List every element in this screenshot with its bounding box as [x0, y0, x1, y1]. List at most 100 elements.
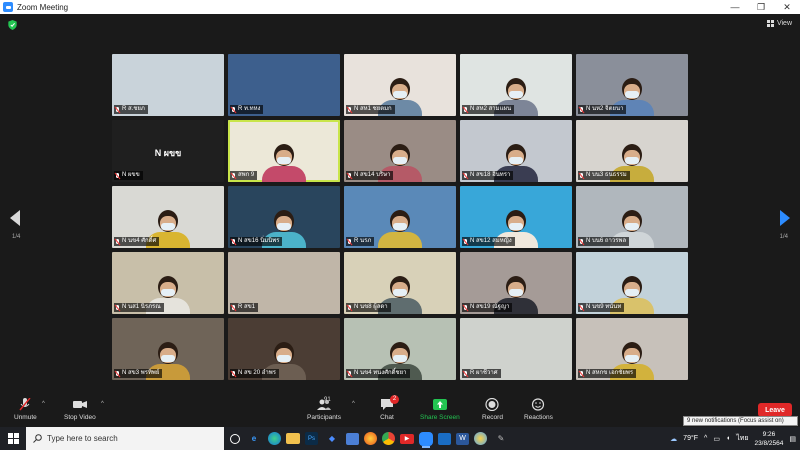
participant-name: N สห1 ชยตมก	[354, 106, 392, 112]
chat-button[interactable]: 2 Chat	[380, 395, 399, 421]
participant-tile[interactable]: R ผาชีวาศ	[460, 318, 572, 380]
participant-tile[interactable]: N สข16 นิ่มนิพร	[228, 186, 340, 248]
participant-tile[interactable]: N สห1 ชยตมก	[344, 54, 456, 116]
security-shield-icon[interactable]	[8, 20, 17, 30]
muted-mic-icon	[231, 238, 236, 245]
outlook-icon[interactable]	[438, 432, 451, 445]
stop-video-button[interactable]: Stop Video	[64, 398, 96, 421]
participant-name-tag: N สข18 อินทรา	[462, 171, 514, 180]
participant-name: N นข4 ทนงศักดิ์ชยา	[354, 370, 407, 376]
search-placeholder: Type here to search	[47, 434, 118, 443]
participant-name: N ผขข	[122, 172, 140, 178]
edge-browser-icon[interactable]	[268, 432, 281, 445]
weather-cloud-icon[interactable]: ☁	[670, 435, 677, 443]
muted-mic-icon	[231, 106, 236, 113]
participant-tile[interactable]: R ส.ชยภ	[112, 54, 224, 116]
record-button[interactable]: Record	[482, 398, 503, 421]
participant-display-name: N ผขข	[154, 148, 182, 158]
taskbar-search-box[interactable]: Type here to search	[26, 427, 224, 450]
youtube-icon[interactable]: ▶	[400, 433, 414, 444]
participant-name-tag: R ผาชีวาศ	[462, 369, 501, 378]
reactions-button[interactable]: Reactions	[524, 398, 553, 421]
participant-name: R นรภ	[354, 238, 372, 244]
reactions-label: Reactions	[524, 414, 553, 421]
participants-button[interactable]: 91 Participants	[307, 397, 341, 421]
edge-legacy-icon[interactable]: e	[245, 430, 263, 448]
participant-name-tag: N สห2 สามแผน	[462, 105, 515, 114]
network-icon[interactable]: ▭	[713, 435, 720, 443]
file-explorer-icon[interactable]	[286, 433, 300, 444]
participant-tile[interactable]: N นข4 ทนงศักดิ์ชยา	[344, 318, 456, 380]
firefox-icon[interactable]	[364, 432, 377, 445]
pen-icon[interactable]: ✎	[492, 430, 510, 448]
muted-mic-icon	[347, 370, 352, 377]
dropbox-icon[interactable]: ◆	[323, 430, 341, 448]
volume-icon[interactable]: ◖	[726, 435, 730, 442]
paint-icon[interactable]	[474, 432, 487, 445]
participant-name: N สข12 สมหญิง	[470, 238, 512, 244]
system-tray: ☁ 79°F ^ ▭ ◖ ไทย 9:26 23/8/2564 ▤	[670, 427, 800, 450]
muted-mic-icon	[579, 172, 584, 179]
participant-tile[interactable]: N สข14 บริษา	[344, 120, 456, 182]
windows-logo-icon	[7, 433, 19, 444]
participant-name-tag: N สข19 ณัฐญา	[462, 303, 513, 312]
participant-tile[interactable]: N บน6 ถาวรพล	[576, 186, 688, 248]
participant-tile[interactable]: N สหกข เอกชัยพร	[576, 318, 688, 380]
taskbar-clock[interactable]: 9:26 23/8/2564	[754, 430, 783, 448]
participant-tile[interactable]: N สข 20 อำพร	[228, 318, 340, 380]
participant-tile[interactable]: N นห2 จิตยนา	[576, 54, 688, 116]
participant-name: N สหกข เอกชัยพร	[586, 370, 634, 376]
minimize-button[interactable]: —	[722, 0, 748, 14]
muted-mic-icon	[115, 172, 120, 179]
participant-tile[interactable]: R นรภ	[344, 186, 456, 248]
windows-taskbar: Type here to search e Ps ◆ ▶ W ✎ ☁ 79°F …	[0, 427, 800, 450]
word-icon[interactable]: W	[456, 432, 469, 445]
close-button[interactable]: ✕	[774, 0, 800, 14]
video-options-caret-icon[interactable]: ^	[101, 401, 104, 407]
participant-name: สพก 9	[238, 172, 255, 178]
previous-page-arrow-icon[interactable]	[10, 210, 22, 226]
audio-options-caret-icon[interactable]: ^	[42, 401, 45, 407]
leave-button[interactable]: Leave	[758, 403, 792, 417]
participants-caret-icon[interactable]: ^	[352, 401, 355, 407]
participant-tile[interactable]: N สข12 สมหญิง	[460, 186, 572, 248]
share-screen-button[interactable]: Share Screen	[420, 398, 460, 421]
start-button[interactable]	[0, 427, 26, 450]
reactions-smiley-icon	[532, 398, 545, 411]
participant-name-tag: R ท.ทหง	[230, 105, 264, 114]
unmute-button[interactable]: Unmute	[14, 398, 37, 421]
store-icon[interactable]	[346, 432, 359, 445]
participant-video-figure	[376, 208, 424, 248]
action-center-icon[interactable]: ▤	[789, 435, 796, 443]
task-view-icon[interactable]	[230, 433, 240, 444]
search-icon	[33, 434, 42, 443]
taskbar-apps: e Ps ◆ ▶ W ✎	[230, 430, 510, 448]
participant-name: N สห2 สามแผน	[470, 106, 512, 112]
participant-tile[interactable]: N สข18 อินทรา	[460, 120, 572, 182]
next-page-arrow-icon[interactable]	[778, 210, 790, 226]
participant-tile[interactable]: สพก 9	[228, 120, 340, 182]
participant-tile[interactable]: N สห2 สามแผน	[460, 54, 572, 116]
participant-tile[interactable]: N นส1 นิรภรณ	[112, 252, 224, 314]
input-language[interactable]: ไทย	[736, 433, 748, 444]
participant-tile[interactable]: N นข9 ทนันท	[576, 252, 688, 314]
participant-tile[interactable]: N ผขข N ผขข	[112, 120, 224, 182]
view-button[interactable]: View	[766, 20, 792, 27]
participant-tile[interactable]: N นข8 ผู้ลดา	[344, 252, 456, 314]
participant-tile[interactable]: R ท.ทหง	[228, 54, 340, 116]
muted-mic-icon	[579, 106, 584, 113]
participant-tile[interactable]: N นข4 ศักดิ์ศ	[112, 186, 224, 248]
participant-name-tag: N สห1 ชยตมก	[346, 105, 395, 114]
participant-tile[interactable]: N สข3 พรทิพย์	[112, 318, 224, 380]
participant-tile[interactable]: N บน3 ธนธรรม	[576, 120, 688, 182]
participant-name-tag: N สข 20 อำพร	[230, 369, 279, 378]
zoom-taskbar-icon[interactable]	[419, 431, 433, 448]
photoshop-icon[interactable]: Ps	[305, 432, 318, 445]
weather-temp[interactable]: 79°F	[683, 435, 698, 442]
participant-tile[interactable]: R สข1	[228, 252, 340, 314]
muted-mic-icon	[115, 106, 120, 113]
chrome-icon[interactable]	[382, 432, 395, 445]
tray-expand-icon[interactable]: ^	[704, 435, 707, 442]
participant-tile[interactable]: N สข19 ณัฐญา	[460, 252, 572, 314]
maximize-button[interactable]: ❐	[748, 0, 774, 14]
